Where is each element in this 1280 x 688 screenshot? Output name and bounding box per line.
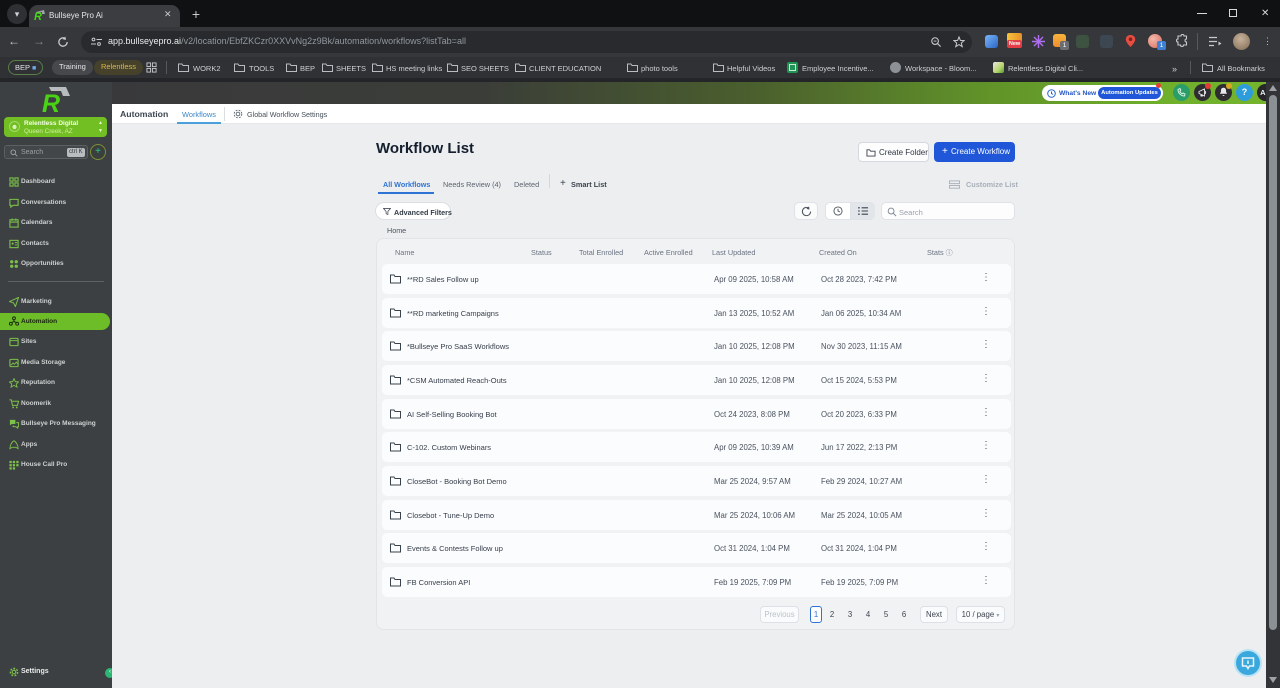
svg-text:R: R (34, 11, 42, 21)
svg-text:R: R (42, 90, 60, 116)
